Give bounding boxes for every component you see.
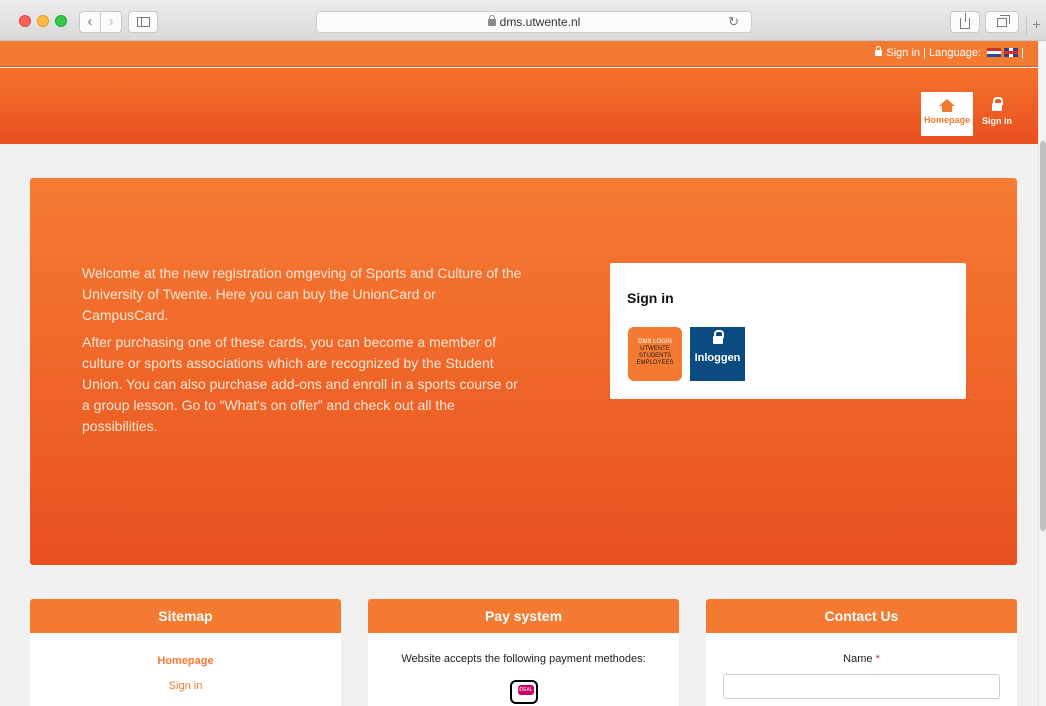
nav-signin-label: Sign in [982,116,1012,126]
dms-login-line4: EMPLOYEES [636,360,674,366]
inloggen-button[interactable]: Inloggen [690,327,745,381]
topbar-right: Sign in | Language: | [875,46,1024,59]
share-button[interactable] [950,11,980,33]
ideal-icon [509,680,538,704]
inloggen-label: Inloggen [694,352,741,364]
nav-signin-button[interactable]: Sign in [975,92,1019,136]
forward-button[interactable]: › [100,11,122,33]
forward-arrow-icon: › [108,13,114,30]
url-text: dms.utwente.nl [499,15,581,29]
sitemap-link-homepage[interactable]: Homepage [30,655,341,667]
sitemap-link-signin[interactable]: Sign in [30,680,341,692]
hero-paragraph-2: After purchasing one of these cards, you… [82,334,518,434]
page-content: Sign in | Language: | Homepage Sign in W… [0,41,1038,706]
reload-icon[interactable]: ↻ [728,12,739,32]
topbar-separator: | [923,47,926,59]
lock-icon [992,97,1003,111]
name-field-label: Name * [706,653,1017,665]
required-mark: * [875,653,880,665]
dms-login-button[interactable]: DMS LOGIN UTWENTE STUDENTS EMPLOYEES [628,327,682,381]
browser-toolbar: ‹ › dms.utwente.nl ↻ + [0,0,1046,41]
contact-title: Contact Us [706,599,1017,633]
pay-system-text: Website accepts the following payment me… [401,653,646,665]
show-tabs-button[interactable] [985,11,1019,33]
sidebar-toggle-button[interactable] [128,11,158,33]
signin-card: Sign in DMS LOGIN UTWENTE STUDENTS EMPLO… [610,263,966,399]
dms-login-line3: STUDENTS [638,353,672,359]
dms-login-line1: DMS LOGIN [638,339,672,345]
hero-paragraph-1: Welcome at the new registration omgeving… [82,265,522,323]
name-label-text: Name [843,653,873,665]
pay-system-panel: Pay system Website accepts the following… [368,599,679,706]
new-tab-button[interactable]: + [1026,15,1046,35]
nav-homepage-label: Homepage [923,115,970,125]
close-window-button[interactable] [19,15,31,27]
topbar-signin-link[interactable]: Sign in [886,47,920,59]
hero-text: Welcome at the new registration omgeving… [82,263,522,443]
signin-card-title: Sign in [627,290,674,306]
language-label: Language: [929,47,982,59]
zoom-window-button[interactable] [55,15,67,27]
dms-login-line2: UTWENTE [640,346,670,352]
minimize-window-button[interactable] [37,15,49,27]
name-input[interactable] [723,674,1000,699]
scrollbar-thumb[interactable] [1040,141,1046,531]
top-utility-bar: Sign in | Language: | [0,41,1038,67]
back-arrow-icon: ‹ [87,13,93,30]
sitemap-panel: Sitemap Homepage Sign in [30,599,341,706]
pay-system-title: Pay system [368,599,679,633]
share-icon [960,13,970,29]
nl-flag-icon[interactable] [987,48,1002,57]
lock-icon [875,46,883,56]
sidebar-icon [136,17,150,27]
uk-flag-icon[interactable] [1004,48,1019,57]
tabs-icon [997,15,1010,27]
lock-icon [712,330,724,344]
sitemap-title: Sitemap [30,599,341,633]
page-scrollbar[interactable] [1038,41,1046,706]
header-band: Homepage Sign in [0,68,1038,144]
hero-banner: Welcome at the new registration omgeving… [30,178,1017,565]
back-button[interactable]: ‹ [79,11,101,33]
topbar-trailing-separator: | [1021,47,1024,59]
contact-panel: Contact Us Name * [706,599,1017,706]
lock-icon [487,15,496,26]
nav-homepage-button[interactable]: Homepage [921,92,973,136]
home-icon [939,99,955,112]
address-bar[interactable]: dms.utwente.nl ↻ [316,11,752,33]
